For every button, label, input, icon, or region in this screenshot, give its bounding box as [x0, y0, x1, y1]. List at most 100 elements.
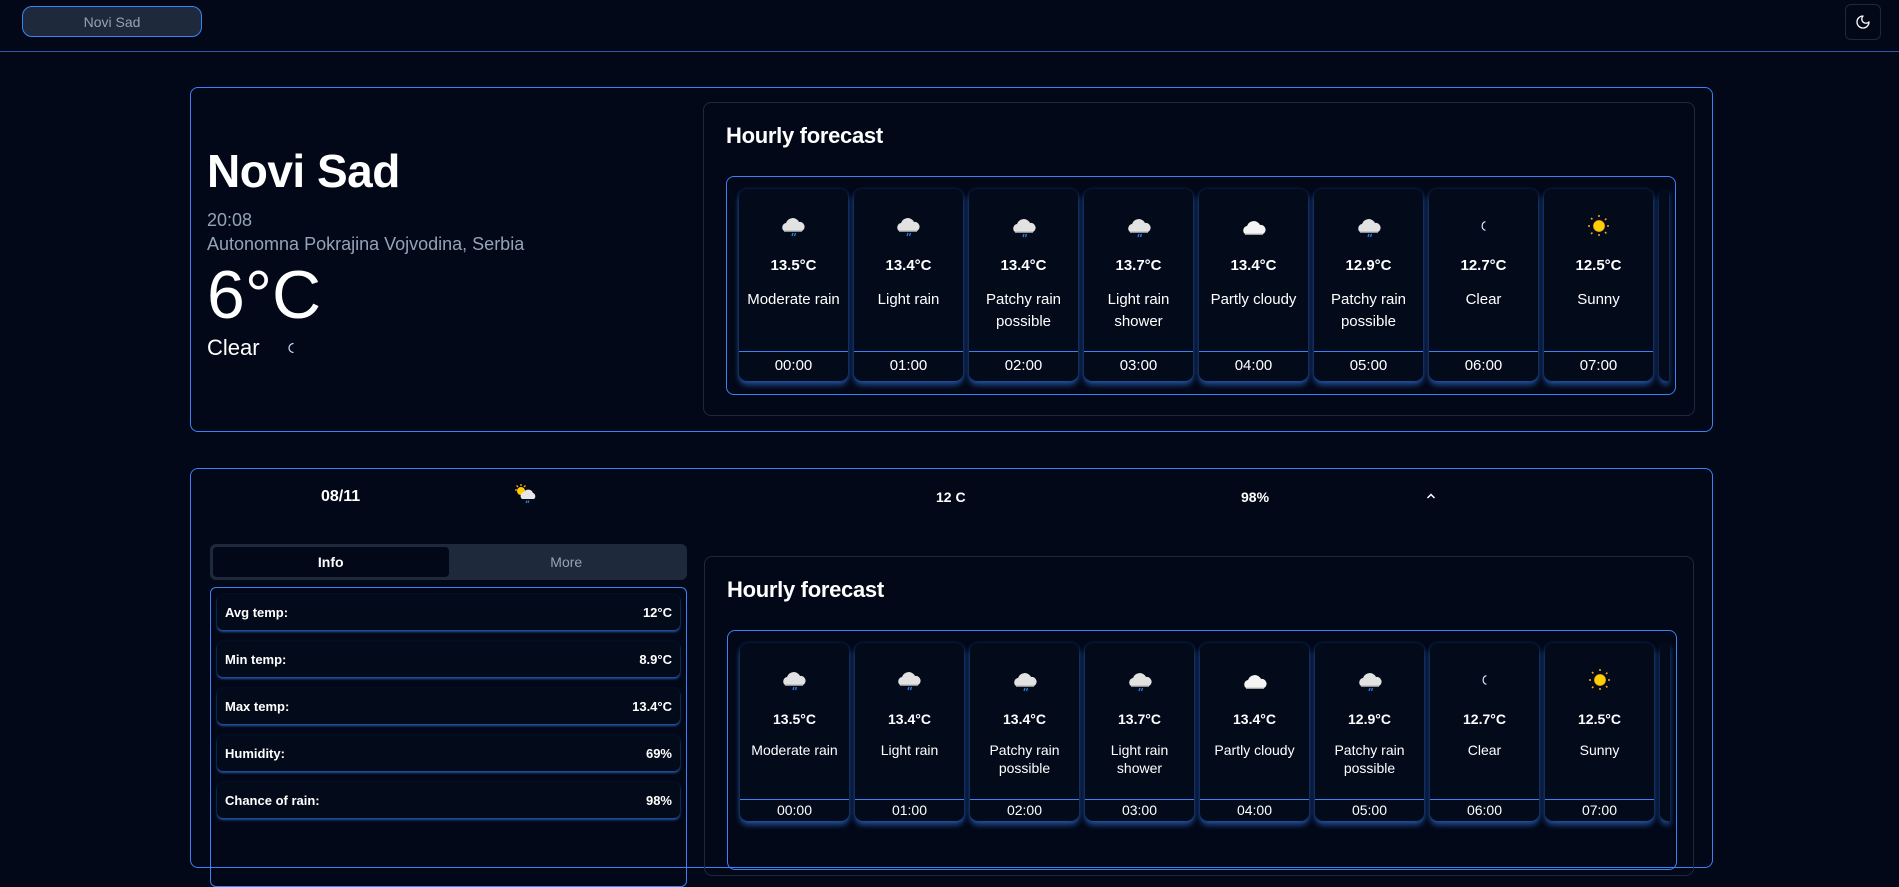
moon-icon — [1856, 15, 1870, 29]
hour-card[interactable]: 13.5°C Moderate rain 00:00 — [740, 643, 849, 821]
hourly-forecast-title: Hourly forecast — [727, 577, 884, 602]
day-hourly-forecast-panel: Hourly forecast 13.5°C Moderate rain 00:00… — [704, 556, 1694, 876]
city-name: Novi Sad — [207, 145, 400, 197]
hour-temp: 13.4°C — [1000, 257, 1047, 274]
hour-time: 05:00 — [1315, 799, 1424, 821]
hour-condition: Sunny — [1579, 742, 1620, 758]
theme-toggle-button[interactable] — [1845, 4, 1881, 40]
condition-text: Clear — [207, 335, 260, 360]
hour-card[interactable]: 12.7°C Clear 06:00 — [1429, 189, 1538, 381]
rain-cloud-icon — [739, 211, 848, 241]
hour-temp: 12.9°C — [1345, 257, 1392, 274]
info-row-min-temp: Min temp: 8.9°C — [217, 641, 680, 677]
hourly-forecast-scroller[interactable]: 13.5°C Moderate rain 00:00 13.4°C Light rain… — [726, 176, 1676, 395]
hour-temp: 13.4°C — [1233, 711, 1276, 727]
info-row-humidity: Humidity: 69% — [217, 735, 680, 771]
hour-temp: 13.4°C — [888, 711, 931, 727]
moon-cloud-icon — [1199, 211, 1308, 241]
hour-card-partial[interactable] — [1659, 189, 1669, 381]
moon-icon — [1430, 665, 1539, 695]
hourly-forecast-title: Hourly forecast — [726, 123, 883, 148]
hour-time: 02:00 — [970, 799, 1079, 821]
hourly-list: 13.5°C Moderate rain 00:00 13.4°C Light rain… — [740, 643, 1670, 821]
day-avg-temp: 12 C — [936, 489, 966, 505]
hour-card[interactable]: 12.9°C Patchy rain possible 05:00 — [1315, 643, 1424, 821]
hour-card[interactable]: 12.7°C Clear 06:00 — [1430, 643, 1539, 821]
hour-temp: 13.7°C — [1118, 711, 1161, 727]
tab-info[interactable]: Info — [213, 547, 449, 577]
moon-icon — [1429, 211, 1538, 241]
day-summary-header[interactable]: 08/11 12 C 98% — [191, 469, 1712, 521]
hour-temp: 12.9°C — [1348, 711, 1391, 727]
tab-more[interactable]: More — [449, 547, 685, 577]
info-label: Humidity: — [225, 745, 285, 761]
hour-time: 05:00 — [1314, 351, 1423, 381]
sun-icon — [1544, 211, 1653, 241]
moon-rain-cloud-icon — [969, 211, 1078, 241]
current-temperature: 6°C — [207, 257, 322, 333]
hour-condition: Partly cloudy — [1214, 742, 1295, 758]
hour-card[interactable]: 13.4°C Light rain 01:00 — [854, 189, 963, 381]
hour-time: 00:00 — [740, 799, 849, 821]
hour-condition: Clear — [1465, 291, 1502, 308]
hour-card[interactable]: 13.4°C Partly cloudy 04:00 — [1200, 643, 1309, 821]
hour-condition: Patchy rain possible — [1330, 291, 1407, 330]
hour-card[interactable]: 13.4°C Patchy rain possible 02:00 — [969, 189, 1078, 381]
hour-temp: 12.7°C — [1460, 257, 1507, 274]
hour-card[interactable]: 12.9°C Patchy rain possible 05:00 — [1314, 189, 1423, 381]
hour-card[interactable]: 13.7°C Light rain shower 03:00 — [1085, 643, 1194, 821]
hour-condition: Light rain — [880, 742, 939, 758]
info-label: Max temp: — [225, 698, 290, 714]
hour-card[interactable]: 13.5°C Moderate rain 00:00 — [739, 189, 848, 381]
top-bar: Novi Sad — [0, 0, 1899, 52]
info-value: 8.9°C — [639, 651, 672, 667]
hour-time: 06:00 — [1430, 799, 1539, 821]
hour-temp: 13.4°C — [1230, 257, 1277, 274]
moon-rain-cloud-icon — [1085, 665, 1194, 695]
info-value: 98% — [645, 792, 672, 808]
hour-condition: Light rain — [877, 291, 940, 308]
moon-rain-cloud-icon — [1084, 211, 1193, 241]
chevron-up-icon[interactable] — [1426, 487, 1436, 505]
rain-cloud-icon — [854, 211, 963, 241]
hourly-forecast-scroller[interactable]: 13.5°C Moderate rain 00:00 13.4°C Light rain… — [727, 630, 1677, 870]
local-time: 20:08 — [207, 210, 253, 230]
info-value: 13.4°C — [632, 698, 672, 714]
day-chance-of-rain: 98% — [1241, 489, 1270, 505]
day-forecast-card: 08/11 12 C 98% Info More Avg temp: 12°C … — [190, 468, 1713, 887]
moon-rain-cloud-icon — [970, 665, 1079, 695]
hour-condition: Patchy rain possible — [985, 291, 1062, 330]
hour-card[interactable]: 12.5°C Sunny 07:00 — [1544, 189, 1653, 381]
info-label: Chance of rain: — [225, 792, 320, 808]
hour-card[interactable]: 13.4°C Partly cloudy 04:00 — [1199, 189, 1308, 381]
hour-card[interactable]: 13.7°C Light rain shower 03:00 — [1084, 189, 1193, 381]
moon-rain-cloud-icon — [1314, 211, 1423, 241]
hour-temp: 13.5°C — [773, 711, 816, 727]
hourly-list: 13.5°C Moderate rain 00:00 13.4°C Light rain… — [739, 189, 1669, 381]
hour-temp: 13.4°C — [1003, 711, 1046, 727]
hour-condition: Partly cloudy — [1210, 291, 1297, 308]
hour-card[interactable]: 13.4°C Patchy rain possible 02:00 — [970, 643, 1079, 821]
hour-condition: Sunny — [1577, 291, 1620, 308]
day-date: 08/11 — [321, 488, 361, 505]
moon-rain-cloud-icon — [1315, 665, 1424, 695]
sun-rain-cloud-icon — [513, 483, 539, 510]
day-info-list: Avg temp: 12°C Min temp: 8.9°C Max temp:… — [210, 587, 687, 887]
day-tabs: Info More — [210, 544, 687, 580]
hour-time: 00:00 — [739, 351, 848, 381]
region: Autonomna Pokrajina Vojvodina, Serbia — [207, 234, 525, 254]
hour-card-partial[interactable] — [1660, 643, 1670, 821]
hour-time: 07:00 — [1545, 799, 1654, 821]
city-select-button[interactable]: Novi Sad — [22, 6, 202, 37]
moon-icon — [286, 335, 298, 361]
info-row-avg-temp: Avg temp: 12°C — [217, 594, 680, 630]
hour-card[interactable]: 12.5°C Sunny 07:00 — [1545, 643, 1654, 821]
hour-card[interactable]: 13.4°C Light rain 01:00 — [855, 643, 964, 821]
hour-condition: Light rain shower — [1107, 291, 1170, 330]
current-condition: Clear — [207, 335, 524, 361]
hour-temp: 12.7°C — [1463, 711, 1506, 727]
hour-time: 03:00 — [1084, 351, 1193, 381]
moon-cloud-icon — [1200, 665, 1309, 695]
hour-temp: 13.7°C — [1115, 257, 1162, 274]
hour-condition: Patchy rain possible — [989, 742, 1060, 776]
